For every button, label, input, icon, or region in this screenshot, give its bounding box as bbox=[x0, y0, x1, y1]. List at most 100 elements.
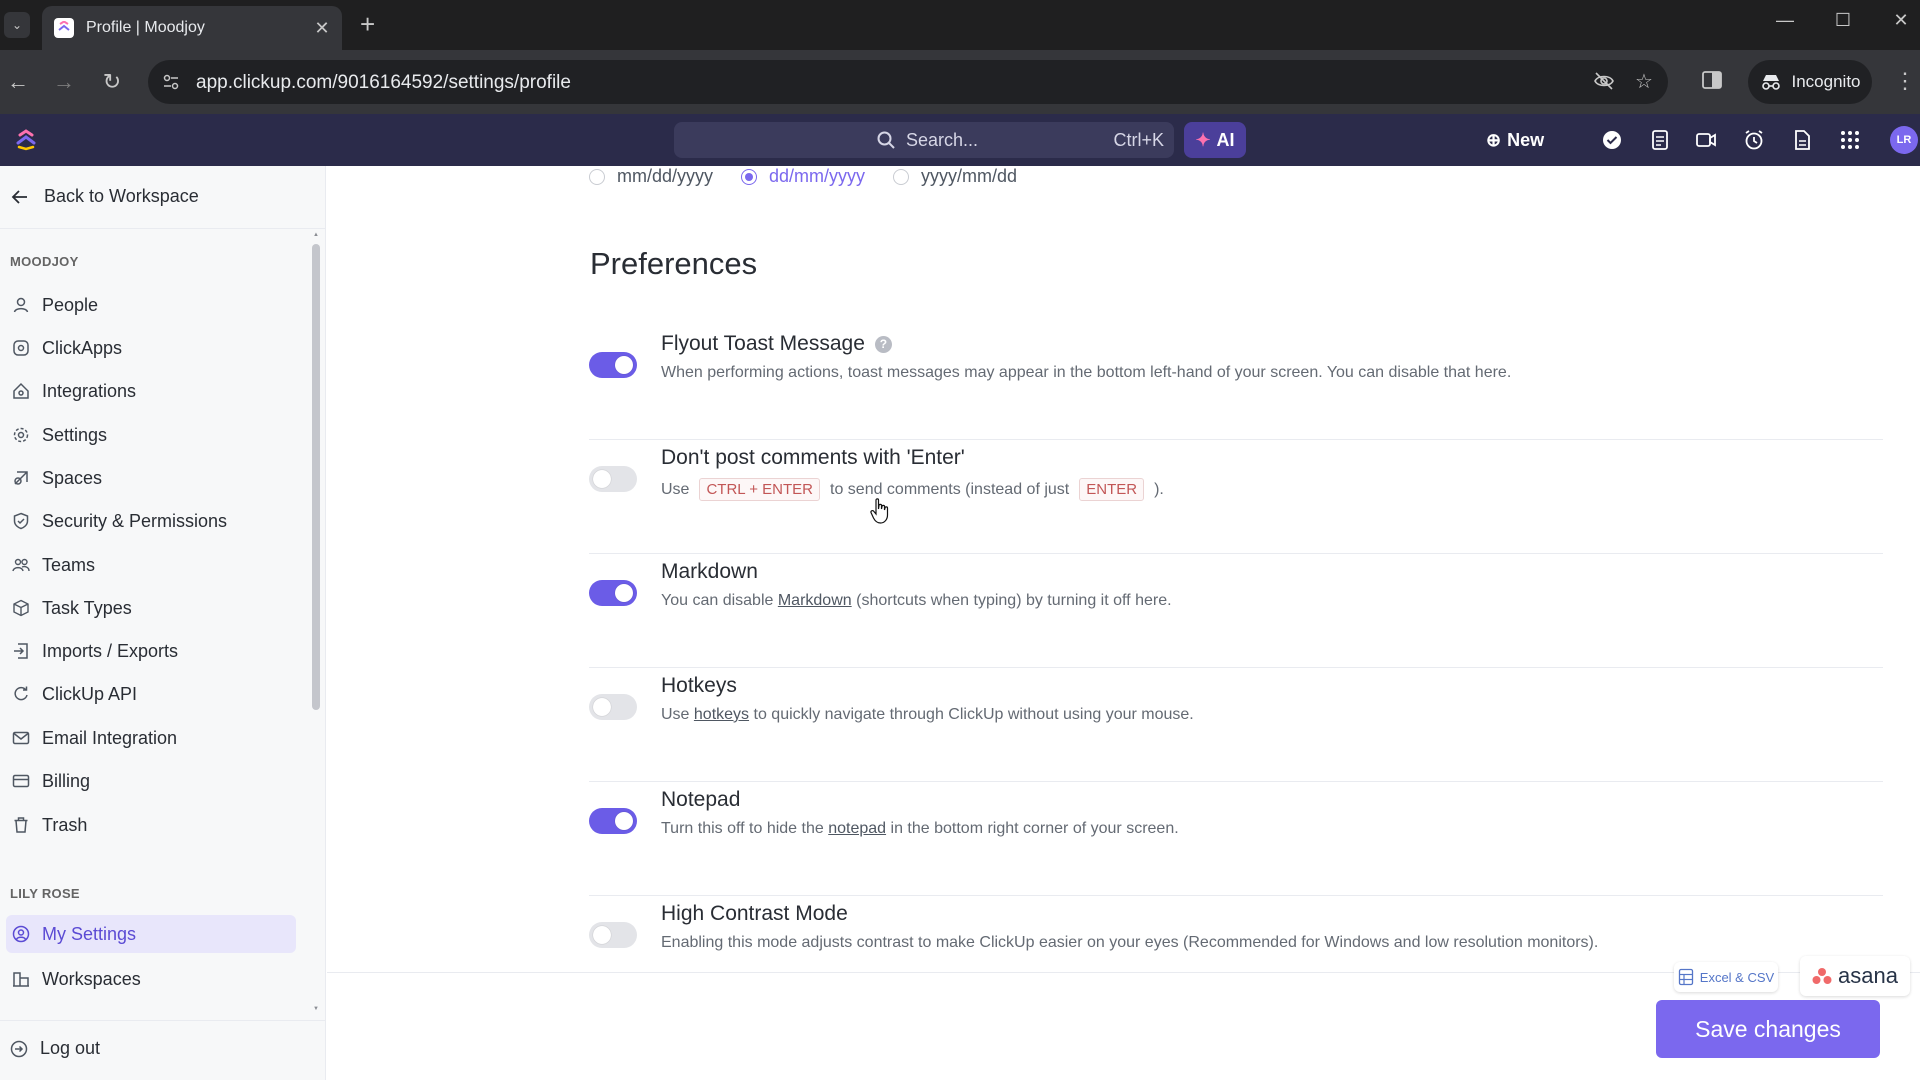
markdown-link[interactable]: Markdown bbox=[778, 592, 852, 609]
notepad-icon[interactable] bbox=[1648, 128, 1672, 152]
date-format-options: mm/dd/yyyy dd/mm/yyyy yyyy/mm/dd bbox=[589, 166, 1017, 187]
alarm-clock-icon[interactable] bbox=[1742, 128, 1766, 152]
tab-list-button[interactable]: ⌄ bbox=[4, 12, 30, 38]
asana-label: asana bbox=[1838, 963, 1898, 988]
pref-description: When performing actions, toast messages … bbox=[661, 364, 1512, 381]
incognito-badge[interactable]: Incognito bbox=[1748, 60, 1872, 104]
reload-icon[interactable]: ↻ bbox=[98, 68, 126, 96]
sidebar-item-my-settings[interactable]: My Settings bbox=[6, 915, 296, 953]
sidebar-item-clickapps[interactable]: ClickApps bbox=[10, 329, 300, 367]
plus-circle-icon: ⊕ bbox=[1486, 129, 1502, 150]
cube-icon bbox=[13, 599, 29, 617]
notepad-toggle[interactable] bbox=[589, 808, 637, 834]
date-format-radio-mmddyyyy[interactable]: mm/dd/yyyy bbox=[589, 166, 713, 187]
sidebar-item-people[interactable]: People bbox=[10, 286, 300, 324]
sidebar-item-spaces[interactable]: Spaces bbox=[10, 459, 300, 497]
sidebar-item-clickup-api[interactable]: ClickUp API bbox=[10, 675, 300, 713]
sidebar-item-email-integration[interactable]: Email Integration bbox=[10, 719, 300, 757]
workspace-section-label: MOODJOY bbox=[10, 254, 79, 269]
pref-description: Use hotkeys to quickly navigate through … bbox=[661, 706, 1194, 724]
sidebar-item-task-types[interactable]: Task Types bbox=[10, 589, 300, 627]
check-circle-icon[interactable] bbox=[1600, 128, 1624, 152]
star-bookmark-icon[interactable]: ☆ bbox=[1632, 70, 1656, 94]
user-circle-icon bbox=[12, 925, 30, 943]
enter-comments-toggle[interactable] bbox=[589, 466, 637, 492]
help-icon[interactable]: ? bbox=[874, 335, 892, 353]
new-label: New bbox=[1507, 129, 1545, 150]
sidebar-item-teams[interactable]: Teams bbox=[10, 546, 300, 584]
settings-sidebar: Back to Workspace MOODJOY People ClickAp… bbox=[0, 166, 326, 1080]
flyout-toast-toggle[interactable] bbox=[589, 352, 637, 378]
kbd-enter: ENTER bbox=[1079, 478, 1145, 501]
new-tab-icon[interactable]: + bbox=[360, 10, 375, 38]
window-close-icon[interactable]: ✕ bbox=[1886, 10, 1916, 31]
scroll-down-arrow-icon[interactable]: ▼ bbox=[313, 1006, 319, 1012]
avatar[interactable]: LR bbox=[1890, 126, 1918, 154]
tab-close-icon[interactable]: ✕ bbox=[312, 18, 332, 39]
sidebar-item-label: People bbox=[42, 294, 99, 315]
browser-tab-bar: ⌄ Profile | Moodjoy ✕ + — ☐ ✕ bbox=[0, 0, 1920, 50]
forward-arrow-icon[interactable]: → bbox=[50, 68, 78, 96]
sidebar-item-label: Billing bbox=[42, 770, 91, 791]
ai-button[interactable]: ✦ AI bbox=[1184, 122, 1246, 158]
minimize-icon[interactable]: — bbox=[1770, 10, 1800, 31]
import-icon bbox=[14, 643, 28, 659]
sidebar-item-workspaces[interactable]: Workspaces bbox=[10, 960, 300, 998]
scroll-up-arrow-icon[interactable]: ▲ bbox=[313, 232, 319, 238]
pref-name: Notepad bbox=[661, 788, 741, 811]
hotkeys-toggle[interactable] bbox=[589, 694, 637, 720]
pref-description: You can disable Markdown (shortcuts when… bbox=[661, 592, 1172, 610]
excel-csv-label: Excel & CSV bbox=[1699, 969, 1775, 985]
new-button[interactable]: ⊕ New bbox=[1486, 122, 1556, 158]
date-format-radio-ddmmyyyy[interactable]: dd/mm/yyyy bbox=[741, 166, 865, 187]
back-to-workspace-link[interactable]: Back to Workspace bbox=[10, 186, 199, 207]
eye-off-icon[interactable] bbox=[1592, 70, 1616, 94]
workspaces-icon bbox=[13, 972, 29, 987]
save-changes-button[interactable]: Save changes bbox=[1656, 1000, 1880, 1058]
radio-label: yyyy/mm/dd bbox=[921, 166, 1018, 186]
asana-import-button[interactable]: asana bbox=[1800, 956, 1910, 996]
sidebar-item-settings[interactable]: Settings bbox=[10, 416, 300, 454]
card-icon bbox=[12, 774, 30, 788]
sidebar-item-label: My Settings bbox=[42, 923, 137, 944]
maximize-icon[interactable]: ☐ bbox=[1828, 10, 1858, 31]
sidebar-item-imports-exports[interactable]: Imports / Exports bbox=[10, 632, 300, 670]
api-icon bbox=[14, 686, 28, 701]
sidebar-item-billing[interactable]: Billing bbox=[10, 762, 300, 800]
high-contrast-toggle[interactable] bbox=[589, 922, 637, 948]
excel-csv-import-button[interactable]: Excel & CSV bbox=[1674, 962, 1778, 992]
sidebar-item-security[interactable]: Security & Permissions bbox=[10, 502, 300, 540]
back-label: Back to Workspace bbox=[44, 186, 199, 206]
browser-menu-icon[interactable]: ⋮ bbox=[1894, 68, 1916, 94]
sparkle-icon: ✦ bbox=[1195, 129, 1211, 150]
incognito-label: Incognito bbox=[1791, 72, 1861, 91]
clickup-logo-icon[interactable] bbox=[14, 128, 38, 152]
browser-tab-profile[interactable]: Profile | Moodjoy ✕ bbox=[42, 6, 342, 50]
logout-button[interactable]: Log out bbox=[10, 1038, 100, 1059]
markdown-toggle[interactable] bbox=[589, 580, 637, 606]
back-arrow-icon[interactable]: ← bbox=[4, 68, 32, 96]
settings-main: mm/dd/yyyy dd/mm/yyyy yyyy/mm/dd Prefere… bbox=[327, 166, 1920, 1080]
hand-cursor-icon bbox=[870, 498, 889, 524]
sidebar-scrollbar[interactable] bbox=[312, 244, 320, 710]
pref-row-notepad: Notepad Turn this off to hide the notepa… bbox=[589, 782, 1883, 896]
desc-text: to quickly navigate through ClickUp with… bbox=[753, 706, 1194, 723]
sidebar-item-label: Task Types bbox=[42, 597, 132, 618]
sidebar-item-label: Imports / Exports bbox=[42, 640, 179, 661]
search-icon bbox=[877, 131, 895, 149]
sidebar-item-label: ClickUp API bbox=[42, 683, 138, 704]
document-icon[interactable] bbox=[1790, 128, 1814, 152]
sidebar-item-integrations[interactable]: Integrations bbox=[10, 372, 300, 410]
url-field[interactable]: app.clickup.com/9016164592/settings/prof… bbox=[148, 60, 1668, 104]
apps-grid-icon[interactable] bbox=[1838, 128, 1862, 152]
radio-dot-selected bbox=[741, 168, 758, 185]
search-bar[interactable]: Search... Ctrl+K bbox=[674, 122, 1174, 158]
notepad-link[interactable]: notepad bbox=[828, 820, 886, 837]
side-panel-icon[interactable] bbox=[1700, 68, 1728, 96]
sidebar-item-trash[interactable]: Trash bbox=[10, 806, 300, 844]
video-record-icon[interactable] bbox=[1694, 128, 1718, 152]
arrow-left-icon bbox=[11, 189, 27, 204]
hotkeys-link[interactable]: hotkeys bbox=[694, 706, 749, 723]
site-settings-icon[interactable] bbox=[162, 73, 180, 91]
date-format-radio-yyyymmdd[interactable]: yyyy/mm/dd bbox=[893, 166, 1017, 187]
